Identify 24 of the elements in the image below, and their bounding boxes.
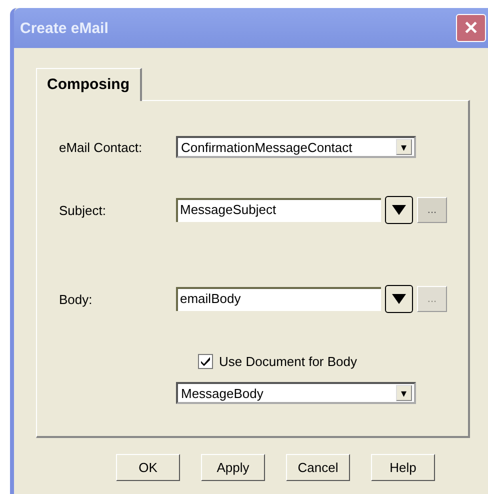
- dropdown-arrow-button[interactable]: ▾: [396, 385, 412, 401]
- input-field[interactable]: MessageSubject: [176, 198, 381, 222]
- field-label: Body:: [59, 292, 94, 306]
- input-field[interactable]: emailBody: [176, 287, 381, 311]
- close-button[interactable]: ✕: [456, 14, 486, 42]
- dropdown-field[interactable]: ConfirmationMessageContact ▾: [176, 136, 416, 158]
- browse-button[interactable]: ...: [417, 197, 447, 223]
- dropdown-button[interactable]: [385, 285, 413, 313]
- dropdown-arrow-button[interactable]: ▾: [396, 139, 412, 155]
- checkmark-icon: [200, 356, 211, 367]
- dialog-button[interactable]: OK: [116, 454, 180, 481]
- dropdown-button[interactable]: [385, 196, 413, 224]
- triangle-down-icon: [391, 293, 407, 305]
- field-label: eMail Contact:: [59, 140, 144, 154]
- window-title: Create eMail: [20, 20, 108, 36]
- field-label: Subject:: [59, 202, 107, 218]
- dialog-button[interactable]: Help: [371, 454, 435, 481]
- tab[interactable]: Composing: [36, 68, 142, 101]
- checkbox-label: Use Document for Body: [219, 354, 358, 369]
- triangle-down-icon: [391, 204, 407, 216]
- dialog-button[interactable]: Cancel: [286, 454, 350, 481]
- dropdown-field[interactable]: MessageBody ▾: [176, 382, 416, 404]
- dialog-button[interactable]: Apply: [201, 454, 265, 481]
- checkbox[interactable]: [198, 354, 213, 369]
